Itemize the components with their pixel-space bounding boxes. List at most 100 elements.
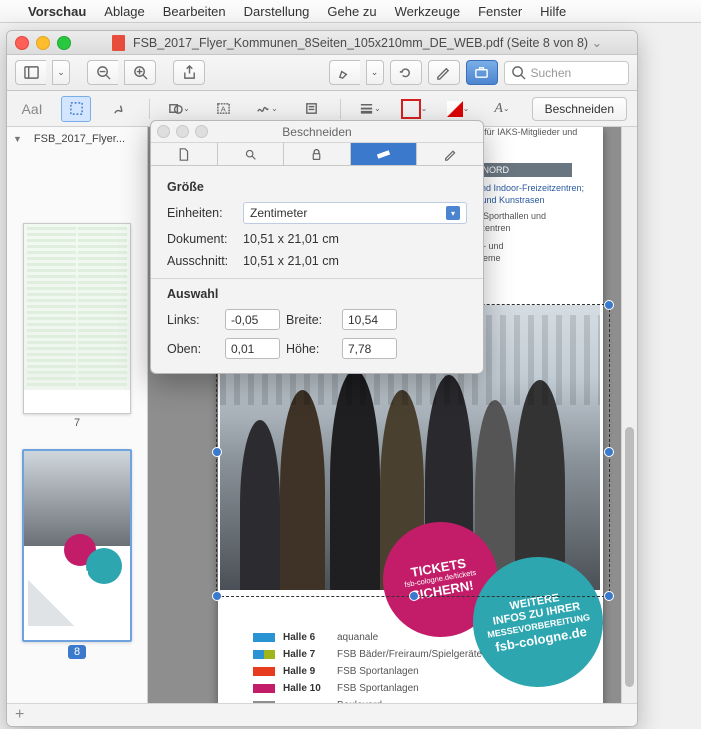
hall-legend: Halle 6 aquanale Halle 7 FSB Bäder/Freiraum…	[253, 632, 482, 703]
text-box-button[interactable]: A	[208, 96, 238, 122]
zoom-out-button[interactable]	[87, 60, 118, 85]
legend-desc: FSB Sportanlagen	[337, 666, 419, 677]
legend-swatch	[253, 633, 275, 642]
legend-row: Halle 10FSB Sportanlagen	[253, 683, 482, 694]
legend-desc: Boulevard	[337, 700, 382, 703]
line-style-button[interactable]: ⌄	[355, 96, 385, 122]
popover-title: Beschneiden	[282, 125, 351, 139]
height-label: Höhe:	[286, 342, 336, 356]
markup-button[interactable]	[428, 60, 460, 85]
close-button[interactable]	[15, 36, 29, 50]
window-title: FSB_2017_Flyer_Kommunen_8Seiten_105x210m…	[133, 35, 602, 50]
tab-file[interactable]	[151, 143, 218, 165]
titlebar: FSB_2017_Flyer_Kommunen_8Seiten_105x210m…	[7, 31, 637, 55]
popover-tabs	[151, 143, 483, 166]
top-input[interactable]: 0,01	[225, 338, 280, 359]
tab-lock[interactable]	[284, 143, 351, 165]
legend-swatch	[253, 701, 275, 703]
text-selection-tool[interactable]: AaI	[17, 96, 47, 122]
legend-name: Halle 7	[283, 649, 329, 660]
search-icon	[511, 65, 526, 80]
chevron-updown-icon: ▾	[446, 206, 460, 220]
doc-text: s Sporthallen und itzentren	[476, 211, 546, 234]
legend-swatch	[253, 667, 275, 676]
legend-row: Boulevard	[253, 700, 482, 703]
vertical-scrollbar[interactable]	[621, 127, 637, 703]
legend-row: Halle 9 FSB Sportanlagen	[253, 666, 482, 677]
crop-size-value: 10,51 x 21,01 cm	[243, 254, 339, 268]
page-number-label-current: 8	[68, 645, 86, 659]
note-button[interactable]	[296, 96, 326, 122]
macos-menubar[interactable]: Vorschau Ablage Bearbeiten Darstellung G…	[0, 0, 701, 23]
menu-item[interactable]: Ablage	[104, 4, 144, 19]
zoom-button[interactable]	[57, 36, 71, 50]
page-thumbnail-8[interactable]	[22, 449, 132, 642]
menu-item[interactable]: Werkzeuge	[395, 4, 461, 19]
font-button[interactable]: A⌄	[487, 96, 517, 122]
stroke-color-button[interactable]: ⌄	[399, 96, 429, 122]
share-button[interactable]	[173, 60, 205, 85]
tab-ruler[interactable]	[351, 143, 418, 165]
legend-desc: FSB Bäder/Freiraum/Spielgeräte	[337, 649, 482, 660]
pdf-file-icon	[112, 35, 125, 51]
disclosure-triangle-icon[interactable]: ▼	[13, 134, 22, 144]
top-label: Oben:	[167, 342, 219, 356]
fill-color-button[interactable]: ⌄	[443, 96, 473, 122]
menu-item[interactable]: Fenster	[478, 4, 522, 19]
sidebar-view-button[interactable]	[15, 60, 46, 85]
legend-row: Halle 6 aquanale	[253, 632, 482, 643]
tab-pencil[interactable]	[417, 143, 483, 165]
width-label: Breite:	[286, 313, 336, 327]
rect-selection-tool[interactable]	[61, 96, 91, 122]
sign-button[interactable]: ⌄	[252, 96, 282, 122]
tab-search[interactable]	[218, 143, 285, 165]
popover-close[interactable]	[157, 125, 170, 138]
units-label: Einheiten:	[167, 206, 235, 220]
units-select[interactable]: Zentimeter ▾	[243, 202, 467, 224]
sidebar-document-name[interactable]: FSB_2017_Flyer...	[26, 133, 148, 145]
crop-inspector-popover: Beschneiden Größe Einheiten: Zentimeter …	[150, 120, 484, 374]
doc-text: und Indoor-Freizeitzentren; - und Kunstr…	[476, 183, 584, 206]
add-page-button[interactable]: +	[15, 706, 24, 724]
document-size-label: Dokument:	[167, 232, 235, 246]
sidebar-footer: +	[7, 703, 637, 726]
shapes-button[interactable]: ⌄	[164, 96, 194, 122]
main-toolbar: ⌄ ⌄ Suchen	[7, 55, 637, 91]
legend-swatch	[253, 684, 275, 693]
minimize-button[interactable]	[36, 36, 50, 50]
highlight-dropdown[interactable]: ⌄	[366, 60, 384, 85]
width-input[interactable]: 10,54	[342, 309, 397, 330]
legend-name: Halle 9	[283, 666, 329, 677]
legend-name: Halle 6	[283, 632, 329, 643]
svg-text:A: A	[220, 104, 225, 113]
page-number-label: 7	[74, 417, 80, 429]
section-heading: Auswahl	[167, 287, 467, 301]
left-label: Links:	[167, 313, 219, 327]
highlight-button[interactable]	[329, 60, 360, 85]
legend-desc: FSB Sportanlagen	[337, 683, 419, 694]
menu-item[interactable]: Bearbeiten	[163, 4, 226, 19]
page-thumbnail-7[interactable]	[23, 223, 131, 414]
menu-item[interactable]: Darstellung	[244, 4, 310, 19]
zoom-in-button[interactable]	[124, 60, 156, 85]
menu-item[interactable]: Hilfe	[540, 4, 566, 19]
rotate-button[interactable]	[390, 60, 422, 85]
scroll-thumb[interactable]	[625, 427, 634, 687]
legend-row: Halle 7 FSB Bäder/Freiraum/Spielgeräte	[253, 649, 482, 660]
thumbnails-sidebar: ▼ FSB_2017_Flyer... 7 8	[7, 127, 148, 703]
crop-size-label: Ausschnitt:	[167, 254, 235, 268]
section-heading: Größe	[167, 180, 467, 194]
legend-desc: aquanale	[337, 632, 378, 643]
document-size-value: 10,51 x 21,01 cm	[243, 232, 339, 246]
left-input[interactable]: -0,05	[225, 309, 280, 330]
height-input[interactable]: 7,78	[342, 338, 397, 359]
search-field[interactable]: Suchen	[504, 61, 630, 85]
lasso-tool[interactable]	[105, 96, 135, 122]
crop-button[interactable]: Beschneiden	[532, 97, 627, 121]
popover-titlebar: Beschneiden	[151, 121, 483, 143]
toolbox-button[interactable]	[466, 60, 498, 85]
menu-app[interactable]: Vorschau	[28, 4, 86, 19]
sidebar-view-dropdown[interactable]: ⌄	[52, 60, 70, 85]
menu-item[interactable]: Gehe zu	[327, 4, 376, 19]
window-controls	[15, 36, 71, 50]
